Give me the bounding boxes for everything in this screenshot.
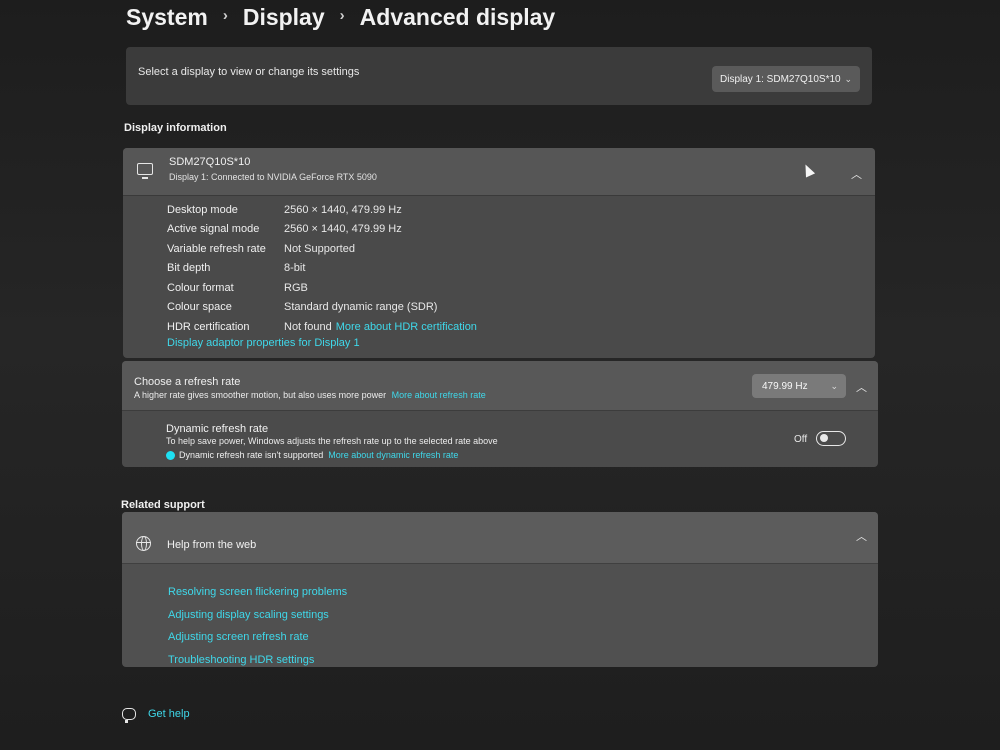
dynamic-refresh-toggle-label: Off <box>794 434 808 445</box>
monitor-icon <box>137 163 153 179</box>
info-row: Variable refresh rate Not Supported <box>167 239 477 259</box>
info-row: Colour space Standard dynamic range (SDR… <box>167 298 477 318</box>
dynamic-refresh-title: Dynamic refresh rate <box>166 423 269 435</box>
help-from-web-card: Help from the web ︿ Resolving screen fli… <box>122 512 878 667</box>
toggle-knob <box>820 434 828 442</box>
display-information-card: SDM27Q10S*10 Display 1: Connected to NVI… <box>123 148 875 358</box>
display-info-rows: Desktop mode 2560 × 1440, 479.99 Hz Acti… <box>167 200 477 337</box>
help-link-flickering[interactable]: Resolving screen flickering problems <box>168 586 347 609</box>
help-from-web-header[interactable]: Help from the web ︿ <box>122 512 878 564</box>
help-link-refresh-rate[interactable]: Adjusting screen refresh rate <box>168 631 347 654</box>
monitor-subtitle: Display 1: Connected to NVIDIA GeForce R… <box>169 172 377 182</box>
mouse-cursor-icon <box>800 162 816 178</box>
more-about-dynamic-refresh-link[interactable]: More about dynamic refresh rate <box>328 450 458 460</box>
more-about-refresh-rate-link[interactable]: More about refresh rate <box>392 390 486 400</box>
get-help-link[interactable]: Get help <box>122 708 190 723</box>
info-row-value: 2560 × 1440, 479.99 Hz <box>284 223 402 236</box>
breadcrumb-display[interactable]: Display <box>241 4 327 31</box>
info-row-value: Not found <box>284 320 332 333</box>
info-row: Desktop mode 2560 × 1440, 479.99 Hz <box>167 200 477 220</box>
chevron-down-icon: ⌄ <box>830 380 838 391</box>
info-row-value: Standard dynamic range (SDR) <box>284 301 438 314</box>
refresh-rate-value: 479.99 Hz <box>762 380 808 392</box>
refresh-rate-subtitle: A higher rate gives smoother motion, but… <box>134 390 486 400</box>
info-dot-icon <box>166 450 175 460</box>
info-row: Colour format RGB <box>167 278 477 298</box>
display-information-header[interactable]: SDM27Q10S*10 Display 1: Connected to NVI… <box>123 148 875 196</box>
hdr-certification-link[interactable]: More about HDR certification <box>336 321 477 333</box>
breadcrumb-separator-icon: › <box>222 7 228 24</box>
dynamic-refresh-note: Dynamic refresh rate isn't supported Mor… <box>166 450 458 460</box>
chevron-up-icon[interactable]: ︿ <box>856 528 867 544</box>
select-display-label: Select a display to view or change its s… <box>138 66 360 78</box>
chevron-down-icon: ⌄ <box>844 73 852 84</box>
display-select-value: Display 1: SDM27Q10S*10 <box>720 73 841 85</box>
chat-help-icon <box>122 708 136 723</box>
refresh-rate-header: Choose a refresh rate A higher rate give… <box>122 361 878 411</box>
breadcrumb-system[interactable]: System <box>124 4 210 31</box>
chevron-up-icon[interactable]: ︿ <box>856 379 867 395</box>
info-row-value: 8-bit <box>284 262 306 275</box>
refresh-rate-title: Choose a refresh rate <box>134 376 241 388</box>
info-row-key: Colour space <box>167 301 232 314</box>
info-row-value: 2560 × 1440, 479.99 Hz <box>284 203 402 216</box>
breadcrumb: System › Display › Advanced display <box>124 4 557 31</box>
breadcrumb-separator-icon: › <box>339 7 345 24</box>
monitor-name: SDM27Q10S*10 <box>169 156 251 168</box>
chevron-up-icon[interactable]: ︿ <box>851 166 862 182</box>
help-links-list: Resolving screen flickering problems Adj… <box>168 586 347 667</box>
page-title: Advanced display <box>359 4 556 30</box>
refresh-rate-card: Choose a refresh rate A higher rate give… <box>122 361 878 467</box>
advanced-display-page: System › Display › Advanced display Sele… <box>0 0 1000 750</box>
display-adaptor-properties-link[interactable]: Display adaptor properties for Display 1 <box>167 337 360 349</box>
refresh-rate-subtitle-text: A higher rate gives smoother motion, but… <box>134 390 387 400</box>
help-link-scaling[interactable]: Adjusting display scaling settings <box>168 609 347 632</box>
info-row-key: Bit depth <box>167 262 211 275</box>
help-from-web-title: Help from the web <box>167 539 257 551</box>
info-row-value: RGB <box>284 281 308 294</box>
info-row-key: Active signal mode <box>167 223 260 236</box>
info-row-key: HDR certification <box>167 320 250 333</box>
info-row-key: Variable refresh rate <box>167 242 266 255</box>
dynamic-refresh-subtitle: To help save power, Windows adjusts the … <box>166 436 498 446</box>
display-select-dropdown[interactable]: Display 1: SDM27Q10S*10 ⌄ <box>712 66 860 92</box>
related-support-heading: Related support <box>121 499 205 511</box>
info-row-key: Desktop mode <box>167 203 238 216</box>
globe-icon <box>136 536 151 551</box>
info-row-key: Colour format <box>167 281 234 294</box>
get-help-label: Get help <box>148 708 190 720</box>
select-display-card: Select a display to view or change its s… <box>126 47 872 105</box>
dynamic-refresh-note-text: Dynamic refresh rate isn't supported <box>179 450 324 460</box>
info-row: Active signal mode 2560 × 1440, 479.99 H… <box>167 220 477 240</box>
info-row-value: Not Supported <box>284 242 355 255</box>
display-information-heading: Display information <box>124 122 227 134</box>
dynamic-refresh-toggle[interactable] <box>816 431 846 446</box>
info-row: HDR certification Not found More about H… <box>167 317 477 337</box>
help-link-hdr[interactable]: Troubleshooting HDR settings <box>168 654 347 668</box>
refresh-rate-dropdown[interactable]: 479.99 Hz ⌄ <box>752 374 846 398</box>
info-row: Bit depth 8-bit <box>167 259 477 279</box>
